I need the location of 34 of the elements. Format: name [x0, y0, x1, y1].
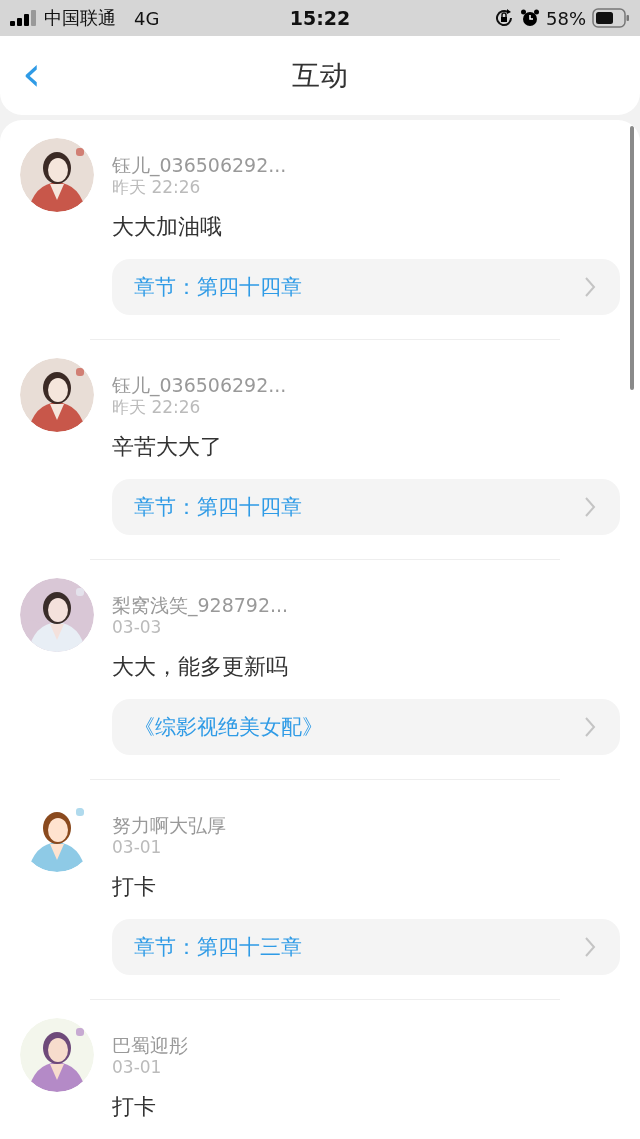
- chapter-link[interactable]: 章节：第四十三章: [112, 919, 620, 975]
- battery-icon: [592, 8, 630, 28]
- alarm-clock-icon: [520, 8, 540, 28]
- comment-text: 大大，能多更新吗: [112, 653, 289, 681]
- user-name: 钰儿_036506292...: [112, 154, 288, 176]
- carrier-name: 中国联通: [44, 6, 116, 30]
- chevron-right-icon: [584, 276, 596, 298]
- chevron-right-icon: [584, 496, 596, 518]
- chevron-right-icon: [584, 716, 596, 738]
- battery-percent: 58%: [546, 7, 586, 29]
- clock-time: 15:22: [289, 7, 351, 29]
- network-type: 4G: [134, 7, 160, 29]
- comment-time: 03-03: [112, 616, 163, 638]
- back-button[interactable]: ‹: [16, 48, 48, 103]
- comment-time: 03-01: [112, 1056, 163, 1078]
- page-title: 互动: [292, 57, 348, 94]
- rotation-lock-icon: [494, 8, 514, 28]
- chevron-right-icon: [584, 936, 596, 958]
- signal-icon: [10, 10, 38, 26]
- comment-text: 打卡: [112, 873, 157, 901]
- chapter-link[interactable]: 章节：第四十四章: [112, 259, 620, 315]
- user-name: 梨窝浅笑_928792...: [112, 594, 290, 616]
- comment-text: 打卡: [112, 1093, 157, 1121]
- user-name: 努力啊大弘厚: [112, 814, 227, 836]
- comment-time: 03-01: [112, 836, 163, 858]
- scrollbar[interactable]: [630, 126, 634, 390]
- comment-text: 大大加油哦: [112, 213, 223, 241]
- comment-text: 辛苦大大了: [112, 433, 223, 461]
- comment-time: 昨天 22:26: [112, 397, 202, 418]
- chapter-link[interactable]: 《综影视绝美女配》: [112, 699, 620, 755]
- user-name: 巴蜀迎彤: [112, 1034, 189, 1056]
- user-name: 钰儿_036506292...: [112, 374, 288, 396]
- chapter-link[interactable]: 章节：第四十四章: [112, 479, 620, 535]
- comment-time: 昨天 22:26: [112, 177, 202, 198]
